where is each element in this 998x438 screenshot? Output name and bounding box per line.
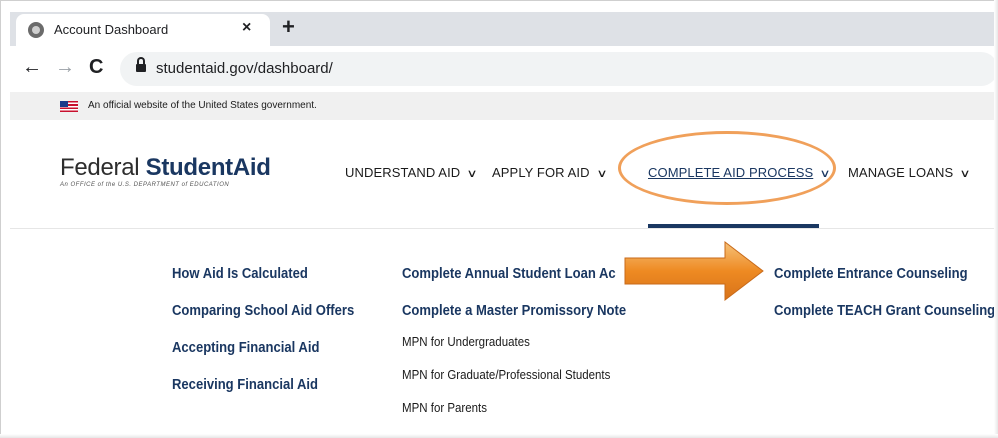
url-text[interactable]: studentaid.gov/dashboard/ [156, 60, 333, 77]
us-flag-icon [60, 101, 78, 112]
menu-link-annual-student-loan-acknowledgment[interactable]: Complete Annual Student Loan Ac [402, 266, 616, 282]
back-arrow-icon[interactable]: ← [22, 57, 42, 77]
forward-arrow-icon[interactable]: → [55, 57, 75, 77]
close-tab-icon[interactable]: × [242, 19, 251, 37]
window-shadow-bottom [0, 434, 998, 438]
logo-tagline: An OFFICE of the U.S. DEPARTMENT of EDUC… [60, 182, 230, 188]
logo-word-student: Student [145, 154, 234, 181]
nav-apply-label: APPLY FOR AID [492, 165, 590, 180]
menu-link-comparing-school-aid-offers[interactable]: Comparing School Aid Offers [172, 303, 354, 319]
arrow-annotation-icon [624, 240, 764, 302]
tab-title: Account Dashboard [54, 22, 169, 37]
nav-understand-aid[interactable]: UNDERSTAND AID ∨ [345, 165, 479, 180]
federal-student-aid-logo[interactable]: Federal StudentAid [60, 154, 271, 182]
nav-manage-loans[interactable]: MANAGE LOANS ∨ [848, 165, 972, 180]
gov-banner: An official website of the United States… [10, 92, 998, 120]
address-bar[interactable]: studentaid.gov/dashboard/ [120, 52, 998, 86]
chevron-down-icon: ∨ [596, 168, 608, 180]
menu-sub-mpn-graduate-professional[interactable]: MPN for Graduate/Professional Students [402, 368, 610, 382]
menu-sub-mpn-parents[interactable]: MPN for Parents [402, 401, 487, 415]
logo-word-federal: Federal [60, 154, 146, 181]
new-tab-icon[interactable]: + [282, 16, 295, 38]
browser-window: Account Dashboard × + ← → C studentaid.g… [0, 0, 998, 438]
nav-apply-for-aid[interactable]: APPLY FOR AID ∨ [492, 165, 608, 180]
seal-icon [28, 22, 44, 38]
menu-link-teach-grant-counseling[interactable]: Complete TEACH Grant Counseling [774, 303, 995, 319]
window-shadow-right [994, 0, 998, 438]
nav-understand-label: UNDERSTAND AID [345, 165, 461, 180]
menu-sub-mpn-undergraduates[interactable]: MPN for Undergraduates [402, 335, 530, 349]
nav-manage-label: MANAGE LOANS [848, 165, 954, 180]
reload-icon[interactable]: C [89, 57, 103, 77]
chevron-down-icon: ∨ [959, 168, 972, 180]
chevron-down-icon: ∨ [466, 168, 479, 180]
active-nav-indicator [648, 224, 819, 228]
menu-link-how-aid-is-calculated[interactable]: How Aid Is Calculated [172, 266, 308, 282]
lock-icon[interactable] [136, 57, 146, 72]
logo-word-aid: Aid [232, 154, 271, 181]
tab-account-dashboard[interactable]: Account Dashboard × [16, 14, 270, 46]
highlight-ellipse-annotation [618, 131, 836, 205]
menu-link-master-promissory-note[interactable]: Complete a Master Promissory Note [402, 303, 626, 319]
site-header: Federal StudentAid An OFFICE of the U.S.… [10, 120, 998, 229]
gov-banner-text: An official website of the United States… [88, 100, 317, 111]
menu-link-accepting-financial-aid[interactable]: Accepting Financial Aid [172, 340, 319, 356]
menu-link-receiving-financial-aid[interactable]: Receiving Financial Aid [172, 377, 318, 393]
browser-toolbar: ← → C studentaid.gov/dashboard/ [10, 46, 998, 93]
menu-link-entrance-counseling[interactable]: Complete Entrance Counseling [774, 266, 968, 282]
